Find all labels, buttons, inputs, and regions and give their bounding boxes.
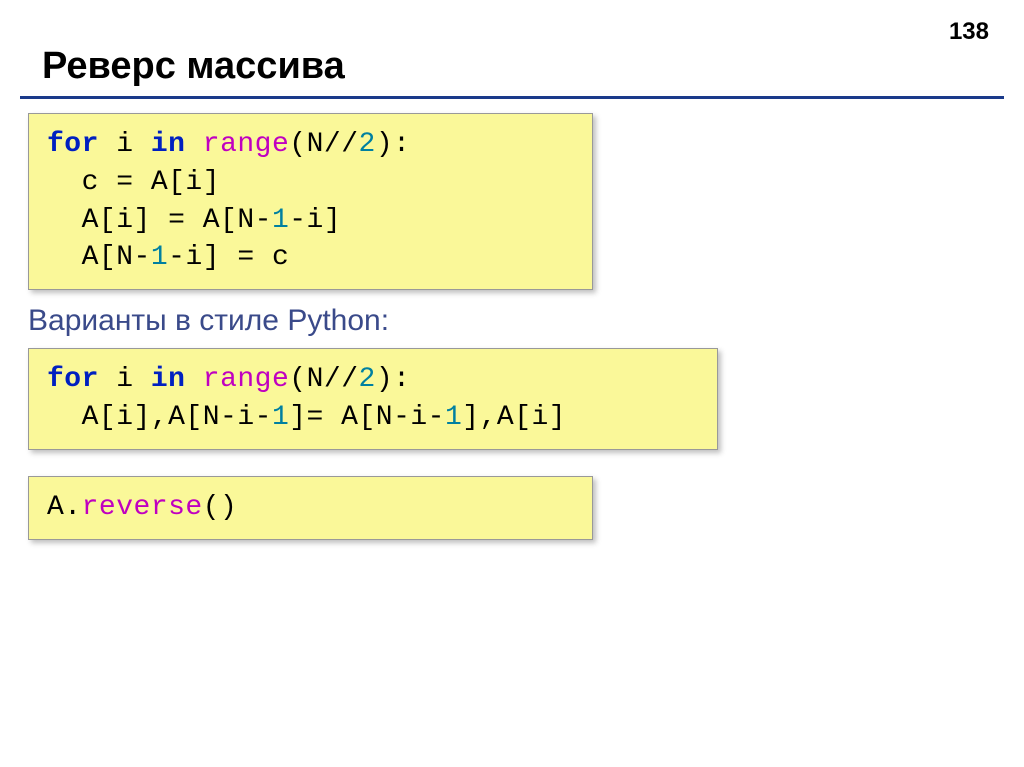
code-block-1: for i in range(N//2): c = A[i] A[i] = A[…	[28, 113, 593, 290]
keyword-in: in	[151, 364, 186, 395]
code-text: c = A[i]	[47, 167, 220, 198]
function-range: range	[203, 364, 290, 395]
code-text: A[i],A[N-i-	[47, 402, 272, 433]
slide-title: Реверс массива	[0, 0, 1024, 96]
page-number: 138	[949, 18, 989, 46]
number-literal: 2	[359, 364, 376, 395]
title-underline	[20, 96, 1004, 99]
code-text	[185, 364, 202, 395]
keyword-for: for	[47, 129, 99, 160]
code-text	[185, 129, 202, 160]
code-text: (N//	[289, 129, 358, 160]
keyword-for: for	[47, 364, 99, 395]
number-literal: 1	[272, 205, 289, 236]
method-reverse: reverse	[82, 492, 203, 523]
code-text: (N//	[289, 364, 358, 395]
code-block-3: A.reverse()	[28, 476, 593, 540]
code-text: -i]	[289, 205, 341, 236]
code-text: A[N-	[47, 242, 151, 273]
code-text: i	[99, 364, 151, 395]
number-literal: 1	[272, 402, 289, 433]
code-block-2: for i in range(N//2): A[i],A[N-i-1]= A[N…	[28, 348, 718, 450]
code-text: i	[99, 129, 151, 160]
code-text: A.	[47, 492, 82, 523]
number-literal: 1	[445, 402, 462, 433]
keyword-in: in	[151, 129, 186, 160]
code-text: ):	[376, 364, 411, 395]
code-text: ],A[i]	[462, 402, 566, 433]
code-text: ()	[203, 492, 238, 523]
code-text: ]= A[N-i-	[289, 402, 445, 433]
number-literal: 2	[359, 129, 376, 160]
number-literal: 1	[151, 242, 168, 273]
code-text: -i] = c	[168, 242, 289, 273]
subheading: Варианты в стиле Python:	[28, 304, 1024, 338]
code-text: A[i] = A[N-	[47, 205, 272, 236]
function-range: range	[203, 129, 290, 160]
code-text: ):	[376, 129, 411, 160]
